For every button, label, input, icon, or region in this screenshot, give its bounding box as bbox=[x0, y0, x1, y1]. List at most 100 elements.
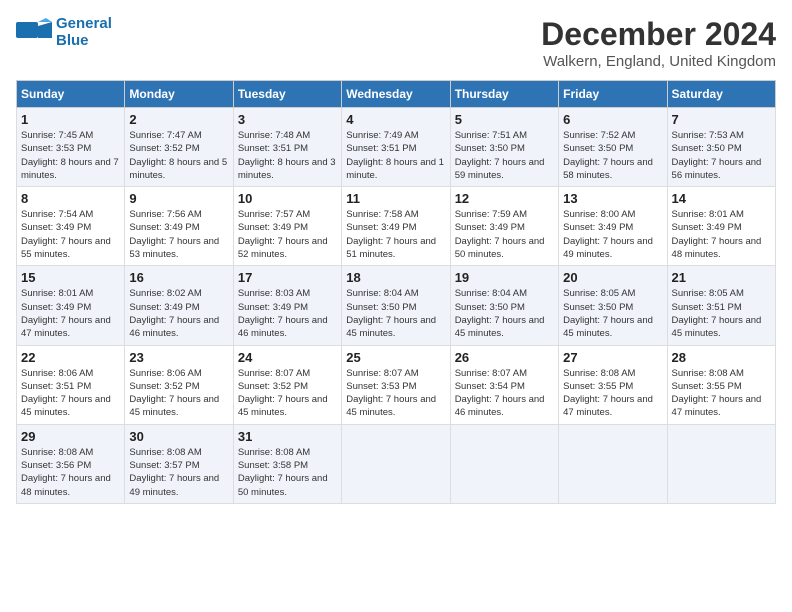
empty-cell bbox=[559, 424, 667, 503]
day-cell: 31 Sunrise: 8:08 AM Sunset: 3:58 PM Dayl… bbox=[233, 424, 341, 503]
day-number: 30 bbox=[129, 429, 228, 444]
day-cell: 12 Sunrise: 7:59 AM Sunset: 3:49 PM Dayl… bbox=[450, 187, 558, 266]
day-info: Sunrise: 7:49 AM Sunset: 3:51 PM Dayligh… bbox=[346, 129, 445, 182]
day-number: 14 bbox=[672, 191, 771, 206]
day-cell: 4 Sunrise: 7:49 AM Sunset: 3:51 PM Dayli… bbox=[342, 108, 450, 187]
week-row: 29 Sunrise: 8:08 AM Sunset: 3:56 PM Dayl… bbox=[17, 424, 776, 503]
col-friday: Friday bbox=[559, 81, 667, 108]
day-info: Sunrise: 8:01 AM Sunset: 3:49 PM Dayligh… bbox=[672, 208, 771, 261]
day-cell: 29 Sunrise: 8:08 AM Sunset: 3:56 PM Dayl… bbox=[17, 424, 125, 503]
day-cell: 14 Sunrise: 8:01 AM Sunset: 3:49 PM Dayl… bbox=[667, 187, 775, 266]
day-info: Sunrise: 8:05 AM Sunset: 3:51 PM Dayligh… bbox=[672, 287, 771, 340]
day-number: 29 bbox=[21, 429, 120, 444]
day-cell: 16 Sunrise: 8:02 AM Sunset: 3:49 PM Dayl… bbox=[125, 266, 233, 345]
col-saturday: Saturday bbox=[667, 81, 775, 108]
day-cell: 15 Sunrise: 8:01 AM Sunset: 3:49 PM Dayl… bbox=[17, 266, 125, 345]
day-number: 7 bbox=[672, 112, 771, 127]
day-info: Sunrise: 7:47 AM Sunset: 3:52 PM Dayligh… bbox=[129, 129, 228, 182]
logo-general: General bbox=[56, 16, 112, 33]
title-block: December 2024 Walkern, England, United K… bbox=[541, 16, 776, 70]
day-number: 8 bbox=[21, 191, 120, 206]
day-number: 23 bbox=[129, 350, 228, 365]
empty-cell bbox=[342, 424, 450, 503]
col-sunday: Sunday bbox=[17, 81, 125, 108]
day-info: Sunrise: 8:04 AM Sunset: 3:50 PM Dayligh… bbox=[346, 287, 445, 340]
day-info: Sunrise: 8:04 AM Sunset: 3:50 PM Dayligh… bbox=[455, 287, 554, 340]
day-cell: 27 Sunrise: 8:08 AM Sunset: 3:55 PM Dayl… bbox=[559, 345, 667, 424]
empty-cell bbox=[450, 424, 558, 503]
day-number: 5 bbox=[455, 112, 554, 127]
col-thursday: Thursday bbox=[450, 81, 558, 108]
day-cell: 13 Sunrise: 8:00 AM Sunset: 3:49 PM Dayl… bbox=[559, 187, 667, 266]
logo: General Blue bbox=[16, 16, 112, 49]
day-number: 16 bbox=[129, 270, 228, 285]
day-info: Sunrise: 7:52 AM Sunset: 3:50 PM Dayligh… bbox=[563, 129, 662, 182]
day-cell: 19 Sunrise: 8:04 AM Sunset: 3:50 PM Dayl… bbox=[450, 266, 558, 345]
day-number: 22 bbox=[21, 350, 120, 365]
calendar-table: Sunday Monday Tuesday Wednesday Thursday… bbox=[16, 80, 776, 504]
day-cell: 9 Sunrise: 7:56 AM Sunset: 3:49 PM Dayli… bbox=[125, 187, 233, 266]
day-number: 26 bbox=[455, 350, 554, 365]
day-info: Sunrise: 7:58 AM Sunset: 3:49 PM Dayligh… bbox=[346, 208, 445, 261]
day-cell: 3 Sunrise: 7:48 AM Sunset: 3:51 PM Dayli… bbox=[233, 108, 341, 187]
day-info: Sunrise: 8:08 AM Sunset: 3:56 PM Dayligh… bbox=[21, 446, 120, 499]
day-info: Sunrise: 8:06 AM Sunset: 3:52 PM Dayligh… bbox=[129, 367, 228, 420]
day-info: Sunrise: 7:48 AM Sunset: 3:51 PM Dayligh… bbox=[238, 129, 337, 182]
col-monday: Monday bbox=[125, 81, 233, 108]
day-number: 10 bbox=[238, 191, 337, 206]
day-number: 9 bbox=[129, 191, 228, 206]
day-info: Sunrise: 8:05 AM Sunset: 3:50 PM Dayligh… bbox=[563, 287, 662, 340]
day-info: Sunrise: 7:57 AM Sunset: 3:49 PM Dayligh… bbox=[238, 208, 337, 261]
day-cell: 28 Sunrise: 8:08 AM Sunset: 3:55 PM Dayl… bbox=[667, 345, 775, 424]
day-info: Sunrise: 8:06 AM Sunset: 3:51 PM Dayligh… bbox=[21, 367, 120, 420]
day-number: 4 bbox=[346, 112, 445, 127]
day-number: 13 bbox=[563, 191, 662, 206]
day-cell: 18 Sunrise: 8:04 AM Sunset: 3:50 PM Dayl… bbox=[342, 266, 450, 345]
day-info: Sunrise: 8:02 AM Sunset: 3:49 PM Dayligh… bbox=[129, 287, 228, 340]
day-cell: 30 Sunrise: 8:08 AM Sunset: 3:57 PM Dayl… bbox=[125, 424, 233, 503]
day-info: Sunrise: 8:08 AM Sunset: 3:57 PM Dayligh… bbox=[129, 446, 228, 499]
day-number: 28 bbox=[672, 350, 771, 365]
main-title: December 2024 bbox=[541, 16, 776, 53]
week-row: 8 Sunrise: 7:54 AM Sunset: 3:49 PM Dayli… bbox=[17, 187, 776, 266]
page-header: General Blue December 2024 Walkern, Engl… bbox=[16, 16, 776, 70]
day-cell: 7 Sunrise: 7:53 AM Sunset: 3:50 PM Dayli… bbox=[667, 108, 775, 187]
day-number: 24 bbox=[238, 350, 337, 365]
day-info: Sunrise: 8:00 AM Sunset: 3:49 PM Dayligh… bbox=[563, 208, 662, 261]
day-number: 3 bbox=[238, 112, 337, 127]
subtitle: Walkern, England, United Kingdom bbox=[541, 53, 776, 70]
day-info: Sunrise: 8:07 AM Sunset: 3:52 PM Dayligh… bbox=[238, 367, 337, 420]
day-number: 20 bbox=[563, 270, 662, 285]
day-info: Sunrise: 7:56 AM Sunset: 3:49 PM Dayligh… bbox=[129, 208, 228, 261]
day-info: Sunrise: 8:08 AM Sunset: 3:58 PM Dayligh… bbox=[238, 446, 337, 499]
day-info: Sunrise: 7:54 AM Sunset: 3:49 PM Dayligh… bbox=[21, 208, 120, 261]
day-info: Sunrise: 8:08 AM Sunset: 3:55 PM Dayligh… bbox=[563, 367, 662, 420]
day-number: 2 bbox=[129, 112, 228, 127]
day-cell: 22 Sunrise: 8:06 AM Sunset: 3:51 PM Dayl… bbox=[17, 345, 125, 424]
day-info: Sunrise: 8:03 AM Sunset: 3:49 PM Dayligh… bbox=[238, 287, 337, 340]
week-row: 1 Sunrise: 7:45 AMSunset: 3:53 PMDayligh… bbox=[17, 108, 776, 187]
day-cell: 17 Sunrise: 8:03 AM Sunset: 3:49 PM Dayl… bbox=[233, 266, 341, 345]
day-cell: 24 Sunrise: 8:07 AM Sunset: 3:52 PM Dayl… bbox=[233, 345, 341, 424]
day-info: Sunrise: 7:53 AM Sunset: 3:50 PM Dayligh… bbox=[672, 129, 771, 182]
week-row: 15 Sunrise: 8:01 AM Sunset: 3:49 PM Dayl… bbox=[17, 266, 776, 345]
day-number: 12 bbox=[455, 191, 554, 206]
day-cell: 25 Sunrise: 8:07 AM Sunset: 3:53 PM Dayl… bbox=[342, 345, 450, 424]
day-info: Sunrise: 7:45 AMSunset: 3:53 PMDaylight:… bbox=[21, 129, 120, 182]
week-row: 22 Sunrise: 8:06 AM Sunset: 3:51 PM Dayl… bbox=[17, 345, 776, 424]
empty-cell bbox=[667, 424, 775, 503]
day-info: Sunrise: 7:59 AM Sunset: 3:49 PM Dayligh… bbox=[455, 208, 554, 261]
calendar-header-row: Sunday Monday Tuesday Wednesday Thursday… bbox=[17, 81, 776, 108]
logo-blue: Blue bbox=[56, 33, 112, 50]
day-cell: 20 Sunrise: 8:05 AM Sunset: 3:50 PM Dayl… bbox=[559, 266, 667, 345]
day-number: 1 bbox=[21, 112, 120, 127]
day-number: 25 bbox=[346, 350, 445, 365]
day-cell: 23 Sunrise: 8:06 AM Sunset: 3:52 PM Dayl… bbox=[125, 345, 233, 424]
day-number: 15 bbox=[21, 270, 120, 285]
day-info: Sunrise: 8:07 AM Sunset: 3:53 PM Dayligh… bbox=[346, 367, 445, 420]
day-cell: 11 Sunrise: 7:58 AM Sunset: 3:49 PM Dayl… bbox=[342, 187, 450, 266]
col-tuesday: Tuesday bbox=[233, 81, 341, 108]
day-number: 11 bbox=[346, 191, 445, 206]
day-cell: 21 Sunrise: 8:05 AM Sunset: 3:51 PM Dayl… bbox=[667, 266, 775, 345]
day-cell: 5 Sunrise: 7:51 AM Sunset: 3:50 PM Dayli… bbox=[450, 108, 558, 187]
